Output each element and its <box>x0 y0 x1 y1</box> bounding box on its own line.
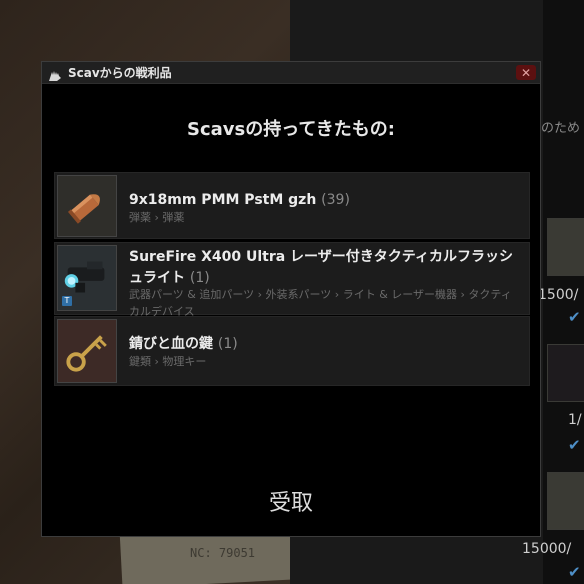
dialog-titlebar[interactable]: Scavからの戦利品 ✕ <box>42 62 540 84</box>
background-item-slot <box>547 472 584 530</box>
loot-item-category: 弾薬 › 弾薬 <box>129 211 185 224</box>
background-item-slot <box>547 344 584 402</box>
loot-item-row[interactable]: 錆びと血の鍵 (1) 鍵類 › 物理キー <box>54 316 530 386</box>
loot-item-count: (39) <box>321 192 350 208</box>
background-partial-text: のため <box>541 121 581 136</box>
loot-item-category: 武器パーツ & 追加パーツ › 外装系パーツ › ライト & レーザー機器 › … <box>129 288 512 318</box>
scav-loot-dialog: Scavからの戦利品 ✕ Scavsの持ってきたもの: 9x18mm PMM P… <box>41 61 541 537</box>
loot-item-name: SureFire X400 Ultra レーザー付きタクティカルフラッシュライト… <box>129 249 513 286</box>
loot-item-count: (1) <box>217 336 238 352</box>
close-button[interactable]: ✕ <box>516 65 536 80</box>
receive-button[interactable]: 受取 <box>42 485 540 517</box>
loot-item-name: 錆びと血の鍵 (1) <box>129 336 238 352</box>
loot-item-count: (1) <box>189 270 210 286</box>
background-price: 1/ <box>568 412 582 428</box>
loot-item-category: 鍵類 › 物理キー <box>129 355 207 368</box>
background-item-slot <box>547 218 584 276</box>
loot-item-row[interactable]: 9x18mm PMM PstM gzh (39) 弾薬 › 弾薬 <box>54 172 530 239</box>
flashlight-icon: T <box>57 245 117 311</box>
loot-heading: Scavsの持ってきたもの: <box>187 119 395 140</box>
badge-t: T <box>62 296 72 306</box>
key-icon <box>57 319 117 383</box>
check-icon: ✔ <box>568 563 581 581</box>
loot-item-name: 9x18mm PMM PstM gzh (39) <box>129 192 350 208</box>
bullet-icon <box>57 175 117 237</box>
background-price: 15000/ <box>522 541 572 557</box>
dialog-title: Scavからの戦利品 <box>68 66 172 80</box>
background-paper-text: NC: 79051 <box>190 546 256 560</box>
scav-hand-icon <box>48 67 62 81</box>
check-icon: ✔ <box>568 436 581 454</box>
close-icon: ✕ <box>520 65 532 80</box>
check-icon: ✔ <box>568 308 581 326</box>
background-price: 1500/ <box>538 287 579 303</box>
loot-item-row[interactable]: T SureFire X400 Ultra レーザー付きタクティカルフラッシュラ… <box>54 242 530 318</box>
